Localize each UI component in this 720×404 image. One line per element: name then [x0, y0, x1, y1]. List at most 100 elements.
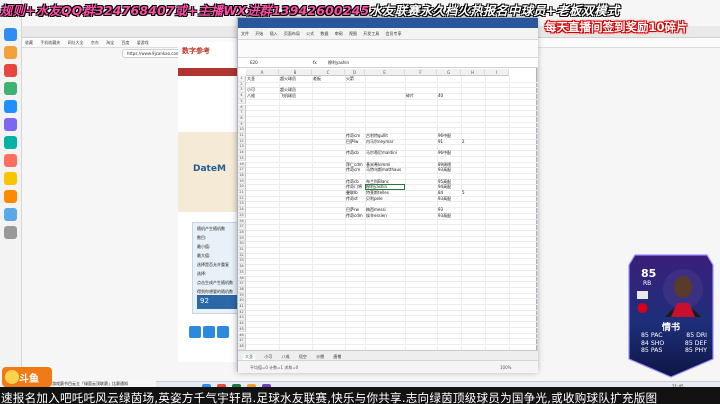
menu-item[interactable]: 开始: [255, 31, 263, 37]
column-header[interactable]: F: [405, 69, 437, 76]
bookmark-item[interactable]: 京东: [91, 40, 99, 46]
cell[interactable]: 巴萨lw: [346, 139, 358, 145]
card-line: 最小值:: [197, 244, 211, 249]
app-icon[interactable]: [4, 190, 17, 203]
share-icon[interactable]: [217, 326, 229, 338]
app-icon[interactable]: [4, 154, 17, 167]
fx-icon[interactable]: fx: [313, 60, 317, 65]
bookmark-item[interactable]: 爱游戏: [137, 40, 149, 46]
stat-value: 85 DEF: [684, 339, 707, 347]
douyu-logo-text: 斗鱼: [19, 374, 39, 385]
app-icon[interactable]: [4, 226, 17, 239]
cell[interactable]: 传奇cb: [346, 150, 359, 156]
cell[interactable]: 93高配: [438, 196, 451, 202]
menu-item[interactable]: 页面布局: [284, 31, 300, 37]
cell[interactable]: 马特乌斯matthaus: [366, 167, 401, 173]
formula-input[interactable]: 穆利yashin: [328, 60, 349, 66]
app-icon[interactable]: [4, 172, 17, 185]
active-cell-selection[interactable]: [365, 184, 405, 190]
cell[interactable]: 内马尔neymar: [366, 139, 393, 145]
menu-item[interactable]: 开发工具: [363, 31, 379, 37]
column-header[interactable]: I: [485, 69, 509, 76]
cell[interactable]: 传奇cm: [346, 167, 360, 173]
card-line: 随机产生随机数: [197, 226, 225, 231]
cell[interactable]: 飞机球员: [280, 93, 296, 99]
cell[interactable]: 贝利pele: [366, 196, 383, 202]
row-header[interactable]: 48: [238, 343, 246, 350]
cell[interactable]: 5: [462, 190, 465, 196]
cell[interactable]: 大圣: [247, 76, 255, 82]
app-icon[interactable]: [4, 118, 17, 131]
grid-line: [246, 304, 538, 305]
column-header[interactable]: B: [279, 69, 312, 76]
zoom-level[interactable]: 100%: [500, 365, 511, 370]
menu-item[interactable]: 视图: [349, 31, 357, 37]
spreadsheet-ribbon[interactable]: [238, 40, 538, 58]
site-nav-item[interactable]: 首页: [181, 78, 189, 86]
cell[interactable]: 埃辛essien: [366, 213, 387, 219]
bookmark-item[interactable]: 淘宝: [106, 40, 114, 46]
bookmark-item[interactable]: 百度: [121, 40, 129, 46]
grid-line: [246, 269, 538, 271]
app-icon[interactable]: [4, 46, 17, 59]
spreadsheet-grid[interactable]: A B C D E F G H I 1 2 3 4 5 6 7 8 9 10 11 12 13 14 15 16 17 18 19 20…: [238, 69, 538, 350]
website-page: 数字参考 首页 代数 回漫 DateM 随机产生随机数 数目: 最小值: 最大值…: [178, 42, 242, 362]
grid-line: [246, 190, 538, 191]
column-header[interactable]: D: [345, 69, 365, 76]
app-icon[interactable]: [4, 208, 17, 221]
cell[interactable]: 2: [462, 139, 465, 145]
cell[interactable]: 传奇st: [346, 196, 358, 202]
bookmark-item[interactable]: 网址大全: [68, 40, 84, 46]
cell[interactable]: 91: [438, 139, 443, 145]
plus-icon[interactable]: [189, 326, 201, 338]
cell-reference[interactable]: E20: [250, 60, 280, 65]
grid-line: [246, 258, 538, 260]
grid-line: [246, 275, 538, 277]
menu-item[interactable]: 公式: [306, 31, 314, 37]
cell[interactable]: 传奇cdm: [346, 213, 363, 219]
cell[interactable]: 40: [438, 93, 443, 99]
menu-item[interactable]: 插入: [270, 31, 278, 37]
site-nav-item[interactable]: 代数: [197, 78, 205, 86]
formula-bar: E20 fx 穆利yashin: [238, 58, 538, 68]
cell[interactable]: 老板: [313, 76, 321, 82]
site-nav-item[interactable]: 回漫: [213, 78, 221, 86]
site-toolbar: [188, 324, 238, 354]
spreadsheet-titlebar[interactable]: [238, 18, 538, 28]
bookmark-item[interactable]: 手机收藏夹: [40, 40, 60, 46]
menu-item[interactable]: 文件: [241, 31, 249, 37]
app-icon[interactable]: [4, 136, 17, 149]
grid-line: [246, 326, 538, 328]
grid-line: [246, 247, 538, 248]
grid-line: [246, 127, 538, 129]
cell[interactable]: 96中配: [438, 150, 451, 156]
column-header[interactable]: H: [461, 69, 485, 76]
cell[interactable]: 火箭: [346, 76, 354, 82]
grid-line: [246, 172, 538, 174]
top-banner-rules: 规则+水友QQ群324768407或+主播WX进群13942600245: [0, 4, 370, 17]
app-icon[interactable]: [4, 100, 17, 113]
cell[interactable]: 超火球员: [280, 76, 296, 82]
app-icon[interactable]: [4, 28, 17, 41]
menu-item[interactable]: 数据: [320, 31, 328, 37]
app-icon[interactable]: [4, 64, 17, 77]
grid-line: [246, 315, 538, 317]
column-header[interactable]: A: [246, 69, 279, 76]
player-card: 85 RB 情书 85 PAC 85 DRI 84 SHO 85 DEF 85 …: [625, 251, 717, 379]
cell[interactable]: 93高配: [438, 167, 451, 173]
cell[interactable]: 93高配: [438, 213, 451, 219]
grid-line: [246, 298, 538, 300]
column-header[interactable]: C: [312, 69, 345, 76]
app-icon[interactable]: [4, 82, 17, 95]
grid-line: [246, 332, 538, 334]
column-header[interactable]: G: [437, 69, 461, 76]
menu-item[interactable]: 会员专享: [386, 31, 402, 37]
column-header[interactable]: E: [365, 69, 405, 76]
site-logo[interactable]: 数字参考: [182, 46, 238, 64]
menu-item[interactable]: 审阅: [335, 31, 343, 37]
bookmark-item[interactable]: 收藏: [25, 40, 33, 46]
cell[interactable]: 碎片: [406, 93, 414, 99]
star-icon[interactable]: [203, 326, 215, 338]
cell[interactable]: 八戒: [247, 93, 255, 99]
cell[interactable]: 马尔蒂尼maldini: [366, 150, 397, 156]
